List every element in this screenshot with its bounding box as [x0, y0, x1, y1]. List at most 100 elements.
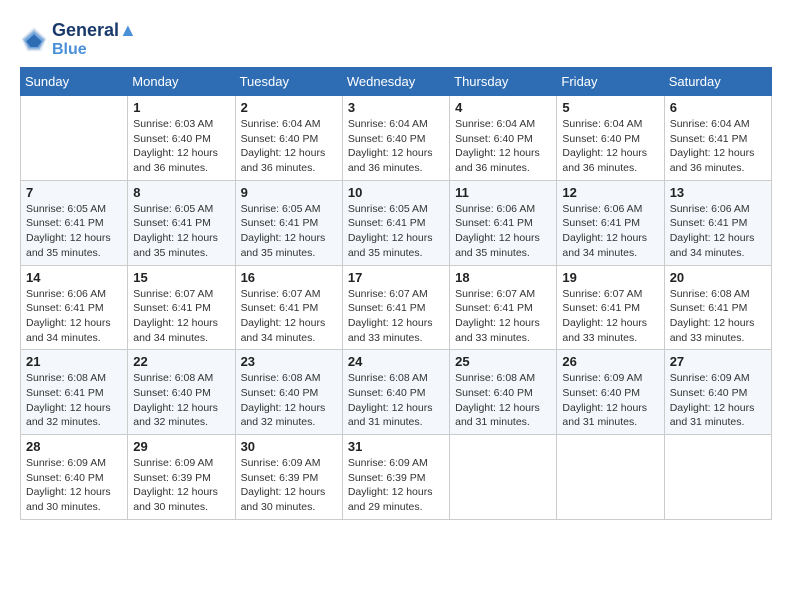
calendar-day-cell: 4Sunrise: 6:04 AMSunset: 6:40 PMDaylight… [450, 96, 557, 181]
day-of-week-header: Friday [557, 68, 664, 96]
calendar-day-cell: 8 Sunrise: 6:05 AMSunset: 6:41 PMDaylight… [128, 180, 235, 265]
calendar-day-cell: 5Sunrise: 6:04 AMSunset: 6:40 PMDaylight… [557, 96, 664, 181]
calendar-day-cell: 31 Sunrise: 6:09 AMSunset: 6:39 PMDayligh… [342, 435, 449, 520]
calendar-day-cell: 23 Sunrise: 6:08 AMSunset: 6:40 PMDayligh… [235, 350, 342, 435]
day-number: 13 [670, 185, 766, 200]
day-sun-info: Sunrise: 6:09 AMSunset: 6:40 PMDaylight:… [670, 371, 766, 430]
calendar-day-cell: 22 Sunrise: 6:08 AMSunset: 6:40 PMDayligh… [128, 350, 235, 435]
day-sun-info: Sunrise: 6:07 AMSunset: 6:41 PMDaylight:… [562, 287, 658, 346]
day-sun-info: Sunrise: 6:07 AMSunset: 6:41 PMDaylight:… [455, 287, 551, 346]
day-sun-info: Sunrise: 6:04 AMSunset: 6:40 PMDaylight:… [562, 117, 658, 176]
calendar-day-cell: 6 Sunrise: 6:04 AMSunset: 6:41 PMDaylight… [664, 96, 771, 181]
calendar-day-cell: 14 Sunrise: 6:06 AMSunset: 6:41 PMDayligh… [21, 265, 128, 350]
calendar-header-row: SundayMondayTuesdayWednesdayThursdayFrid… [21, 68, 772, 96]
day-number: 26 [562, 354, 658, 369]
day-sun-info: Sunrise: 6:09 AMSunset: 6:39 PMDaylight:… [133, 456, 229, 515]
calendar-day-cell: 13 Sunrise: 6:06 AMSunset: 6:41 PMDayligh… [664, 180, 771, 265]
day-of-week-header: Tuesday [235, 68, 342, 96]
calendar-day-cell: 1Sunrise: 6:03 AMSunset: 6:40 PMDaylight… [128, 96, 235, 181]
calendar-day-cell [664, 435, 771, 520]
day-number: 28 [26, 439, 122, 454]
day-sun-info: Sunrise: 6:05 AMSunset: 6:41 PMDaylight:… [133, 202, 229, 261]
calendar-day-cell: 30 Sunrise: 6:09 AMSunset: 6:39 PMDayligh… [235, 435, 342, 520]
day-sun-info: Sunrise: 6:06 AMSunset: 6:41 PMDaylight:… [670, 202, 766, 261]
calendar-day-cell [557, 435, 664, 520]
calendar-day-cell: 24 Sunrise: 6:08 AMSunset: 6:40 PMDayligh… [342, 350, 449, 435]
day-number: 4 [455, 100, 551, 115]
calendar-day-cell: 27 Sunrise: 6:09 AMSunset: 6:40 PMDayligh… [664, 350, 771, 435]
calendar-week-row: 21Sunrise: 6:08 AMSunset: 6:41 PMDayligh… [21, 350, 772, 435]
calendar-week-row: 7 Sunrise: 6:05 AMSunset: 6:41 PMDaylight… [21, 180, 772, 265]
day-number: 25 [455, 354, 551, 369]
logo-icon [20, 26, 48, 54]
calendar-day-cell: 12Sunrise: 6:06 AMSunset: 6:41 PMDayligh… [557, 180, 664, 265]
day-sun-info: Sunrise: 6:04 AMSunset: 6:40 PMDaylight:… [241, 117, 337, 176]
calendar-day-cell: 11 Sunrise: 6:06 AMSunset: 6:41 PMDayligh… [450, 180, 557, 265]
day-number: 31 [348, 439, 444, 454]
calendar-day-cell: 7 Sunrise: 6:05 AMSunset: 6:41 PMDaylight… [21, 180, 128, 265]
day-number: 11 [455, 185, 551, 200]
day-number: 17 [348, 270, 444, 285]
day-of-week-header: Sunday [21, 68, 128, 96]
day-of-week-header: Thursday [450, 68, 557, 96]
day-sun-info: Sunrise: 6:07 AMSunset: 6:41 PMDaylight:… [241, 287, 337, 346]
calendar-day-cell [21, 96, 128, 181]
calendar-week-row: 14 Sunrise: 6:06 AMSunset: 6:41 PMDayligh… [21, 265, 772, 350]
day-sun-info: Sunrise: 6:04 AMSunset: 6:40 PMDaylight:… [348, 117, 444, 176]
day-number: 16 [241, 270, 337, 285]
day-sun-info: Sunrise: 6:09 AMSunset: 6:39 PMDaylight:… [241, 456, 337, 515]
day-number: 21 [26, 354, 122, 369]
day-number: 20 [670, 270, 766, 285]
day-sun-info: Sunrise: 6:06 AMSunset: 6:41 PMDaylight:… [26, 287, 122, 346]
day-sun-info: Sunrise: 6:08 AMSunset: 6:40 PMDaylight:… [133, 371, 229, 430]
day-number: 27 [670, 354, 766, 369]
calendar-day-cell: 16 Sunrise: 6:07 AMSunset: 6:41 PMDayligh… [235, 265, 342, 350]
day-number: 30 [241, 439, 337, 454]
calendar-day-cell: 25Sunrise: 6:08 AMSunset: 6:40 PMDayligh… [450, 350, 557, 435]
day-number: 29 [133, 439, 229, 454]
calendar-day-cell: 10Sunrise: 6:05 AMSunset: 6:41 PMDayligh… [342, 180, 449, 265]
day-of-week-header: Saturday [664, 68, 771, 96]
day-sun-info: Sunrise: 6:05 AMSunset: 6:41 PMDaylight:… [241, 202, 337, 261]
day-number: 23 [241, 354, 337, 369]
page-header: General▲ Blue [20, 20, 772, 59]
calendar-day-cell: 9 Sunrise: 6:05 AMSunset: 6:41 PMDaylight… [235, 180, 342, 265]
day-number: 14 [26, 270, 122, 285]
calendar-day-cell: 26 Sunrise: 6:09 AMSunset: 6:40 PMDayligh… [557, 350, 664, 435]
day-number: 18 [455, 270, 551, 285]
calendar-day-cell: 15Sunrise: 6:07 AMSunset: 6:41 PMDayligh… [128, 265, 235, 350]
calendar-day-cell: 20Sunrise: 6:08 AMSunset: 6:41 PMDayligh… [664, 265, 771, 350]
day-number: 12 [562, 185, 658, 200]
day-number: 24 [348, 354, 444, 369]
day-number: 6 [670, 100, 766, 115]
day-sun-info: Sunrise: 6:09 AMSunset: 6:39 PMDaylight:… [348, 456, 444, 515]
day-of-week-header: Monday [128, 68, 235, 96]
calendar-day-cell: 2 Sunrise: 6:04 AMSunset: 6:40 PMDaylight… [235, 96, 342, 181]
calendar-day-cell [450, 435, 557, 520]
calendar-week-row: 28Sunrise: 6:09 AMSunset: 6:40 PMDayligh… [21, 435, 772, 520]
day-sun-info: Sunrise: 6:07 AMSunset: 6:41 PMDaylight:… [133, 287, 229, 346]
day-sun-info: Sunrise: 6:08 AMSunset: 6:40 PMDaylight:… [241, 371, 337, 430]
day-number: 7 [26, 185, 122, 200]
day-sun-info: Sunrise: 6:09 AMSunset: 6:40 PMDaylight:… [562, 371, 658, 430]
day-number: 2 [241, 100, 337, 115]
calendar-day-cell: 19Sunrise: 6:07 AMSunset: 6:41 PMDayligh… [557, 265, 664, 350]
day-number: 3 [348, 100, 444, 115]
day-sun-info: Sunrise: 6:08 AMSunset: 6:40 PMDaylight:… [348, 371, 444, 430]
day-sun-info: Sunrise: 6:06 AMSunset: 6:41 PMDaylight:… [455, 202, 551, 261]
calendar-week-row: 1Sunrise: 6:03 AMSunset: 6:40 PMDaylight… [21, 96, 772, 181]
day-of-week-header: Wednesday [342, 68, 449, 96]
day-number: 8 [133, 185, 229, 200]
calendar-table: SundayMondayTuesdayWednesdayThursdayFrid… [20, 67, 772, 520]
day-number: 9 [241, 185, 337, 200]
calendar-day-cell: 28Sunrise: 6:09 AMSunset: 6:40 PMDayligh… [21, 435, 128, 520]
day-number: 22 [133, 354, 229, 369]
calendar-day-cell: 18 Sunrise: 6:07 AMSunset: 6:41 PMDayligh… [450, 265, 557, 350]
day-number: 1 [133, 100, 229, 115]
calendar-day-cell: 29 Sunrise: 6:09 AMSunset: 6:39 PMDayligh… [128, 435, 235, 520]
logo: General▲ Blue [20, 20, 137, 59]
calendar-day-cell: 3 Sunrise: 6:04 AMSunset: 6:40 PMDaylight… [342, 96, 449, 181]
day-sun-info: Sunrise: 6:04 AMSunset: 6:41 PMDaylight:… [670, 117, 766, 176]
day-number: 10 [348, 185, 444, 200]
day-sun-info: Sunrise: 6:05 AMSunset: 6:41 PMDaylight:… [26, 202, 122, 261]
